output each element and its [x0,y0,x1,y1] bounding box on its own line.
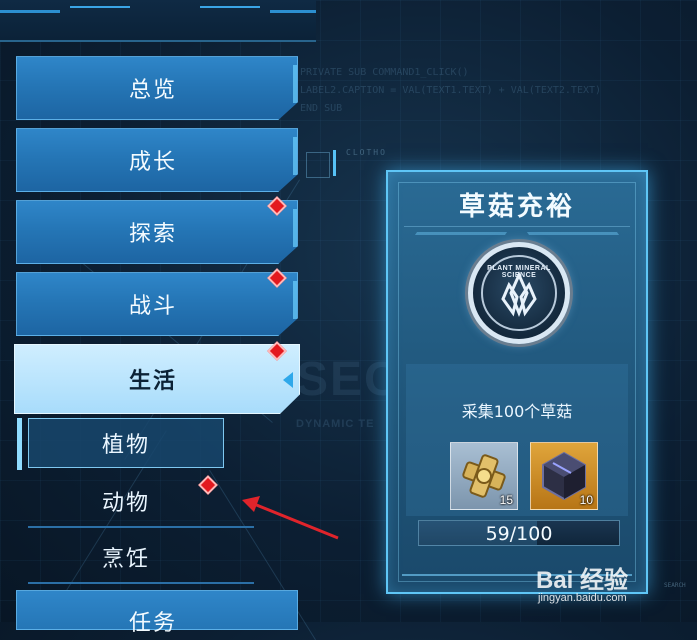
menu-edge-glow [293,65,297,103]
menu-edge-glow [293,281,297,319]
reward-count: 10 [579,493,593,507]
plant-leaf-icon [501,271,537,318]
achievement-title: 草菇充裕 [458,192,575,222]
menu-item-label: 任务 [128,611,177,636]
watermark-url: jingyan.baidu.com [538,592,627,604]
achievement-card: 草菇充裕 PLANT MINERAL SCIENCE 采集100个草菇 15 1… [386,170,648,594]
menu-item-label: 成长 [128,150,177,175]
progress-text: 59/100 [485,523,553,545]
menu-item-label: 战斗 [128,294,177,319]
code-line: LABEL2.CAPTION = VAL(TEXT1.TEXT) + VAL(T… [300,85,602,96]
sub-item-label: 烹饪 [101,547,150,572]
annotation-arrow-icon [242,496,339,540]
menu-item-tasks[interactable]: 任务 [16,590,298,636]
code-line: END SUB [300,103,343,114]
sub-item-cooking[interactable]: 烹饪 [28,532,224,582]
menu-item-label: 探索 [128,222,177,247]
menu-item-combat[interactable]: 战斗 [16,272,298,336]
menu-edge-glow [293,137,297,175]
progress-bar: 59/100 [418,520,620,546]
menu-item-life[interactable]: 生活 [14,344,300,414]
reward-slot[interactable]: 10 [530,442,598,510]
sub-item-plants[interactable]: 植物 [28,418,224,468]
menu-edge-glow [293,209,297,247]
decor-bar [333,150,336,176]
menu-item-explore[interactable]: 探索 [16,200,298,264]
code-line: PRIVATE SUB COMMAND1_CLICK() [300,67,469,78]
sub-item-animals[interactable]: 动物 [28,476,224,526]
sub-divider [28,526,254,528]
menu-item-label: 生活 [128,369,177,394]
search-label: SEARCH [664,582,686,589]
system-label: CLOTHO [346,148,387,157]
menu-item-label: 总览 [128,78,177,103]
menu-item-growth[interactable]: 成长 [16,128,298,192]
achievement-badge: PLANT MINERAL SCIENCE [468,242,570,344]
sub-item-label: 植物 [101,433,150,458]
sub-selected-indicator [17,418,22,470]
reward-count: 15 [499,493,513,507]
achievement-description: 采集100个草菇 [461,402,573,421]
reward-slot[interactable]: 15 [450,442,518,510]
background-code: PRIVATE SUB COMMAND1_CLICK() LABEL2.CAPTI… [300,64,601,118]
sub-divider [28,582,254,584]
active-indicator-arrow [283,372,293,388]
sub-item-label: 动物 [101,491,150,516]
title-separator [404,226,630,227]
menu-item-overview[interactable]: 总览 [16,56,298,120]
watermark-logo: Bai 经验 [536,567,629,594]
background-big-text: SEC [296,353,401,406]
